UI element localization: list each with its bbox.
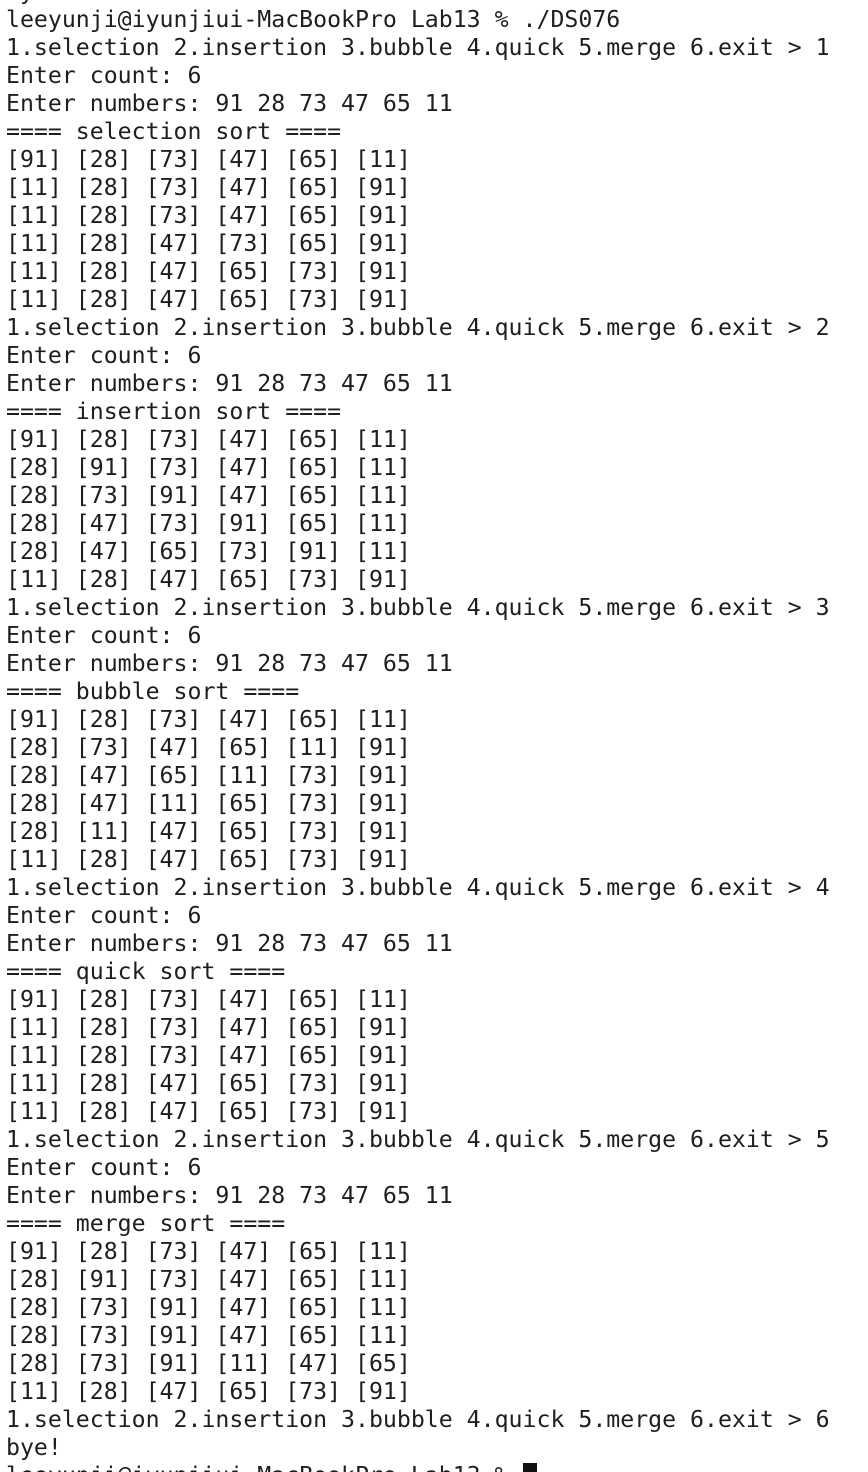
terminal-line: [11] [28] [47] [73] [65] [91] xyxy=(6,230,411,257)
terminal-line: 1.selection 2.insertion 3.bubble 4.quick… xyxy=(6,1406,830,1433)
terminal-line: Enter count: 6 xyxy=(6,342,202,369)
terminal-line: [11] [28] [47] [65] [73] [91] xyxy=(6,1070,411,1097)
terminal-line: [11] [28] [73] [47] [65] [91] xyxy=(6,1042,411,1069)
terminal-line: [91] [28] [73] [47] [65] [11] xyxy=(6,1238,411,1265)
terminal-line: [28] [47] [65] [73] [91] [11] xyxy=(6,538,411,565)
terminal-line: 1.selection 2.insertion 3.bubble 4.quick… xyxy=(6,314,830,341)
terminal-line: [91] [28] [73] [47] [65] [11] xyxy=(6,706,411,733)
terminal-line: ==== insertion sort ==== xyxy=(6,398,342,425)
terminal-line: [11] [28] [73] [47] [65] [91] xyxy=(6,174,411,201)
terminal-line: Enter numbers: 91 28 73 47 65 11 xyxy=(6,930,453,957)
terminal-output: bye!leeyunji@iyunjiui-MacBookPro Lab13 %… xyxy=(6,0,868,1472)
terminal-line: ==== merge sort ==== xyxy=(6,1210,286,1237)
terminal-line: [11] [28] [73] [47] [65] [91] xyxy=(6,1014,411,1041)
terminal-line: [11] [28] [47] [65] [73] [91] xyxy=(6,258,411,285)
terminal-line: Enter numbers: 91 28 73 47 65 11 xyxy=(6,650,453,677)
terminal-line: leeyunji@iyunjiui-MacBookPro Lab13 % ./D… xyxy=(6,6,621,33)
terminal-line: [91] [28] [73] [47] [65] [11] xyxy=(6,146,411,173)
terminal-line: [11] [28] [47] [65] [73] [91] xyxy=(6,566,411,593)
terminal-line: [28] [91] [73] [47] [65] [11] xyxy=(6,1266,411,1293)
terminal-line: [91] [28] [73] [47] [65] [11] xyxy=(6,986,411,1013)
terminal-line: [28] [73] [91] [47] [65] [11] xyxy=(6,1322,411,1349)
terminal-line: [11] [28] [47] [65] [73] [91] xyxy=(6,846,411,873)
terminal-line: ==== bubble sort ==== xyxy=(6,678,300,705)
terminal-line: [11] [28] [47] [65] [73] [91] xyxy=(6,1098,411,1125)
terminal-line: [11] [28] [47] [65] [73] [91] xyxy=(6,286,411,313)
terminal-line: [28] [73] [91] [47] [65] [11] xyxy=(6,482,411,509)
text-cursor xyxy=(522,1463,537,1472)
terminal-line: [91] [28] [73] [47] [65] [11] xyxy=(6,426,411,453)
terminal-line: Enter numbers: 91 28 73 47 65 11 xyxy=(6,370,453,397)
terminal-line: Enter numbers: 91 28 73 47 65 11 xyxy=(6,90,453,117)
terminal-line: Enter count: 6 xyxy=(6,1154,202,1181)
terminal-line: Enter count: 6 xyxy=(6,902,202,929)
terminal-line: [28] [73] [91] [11] [47] [65] xyxy=(6,1350,411,1377)
terminal-line: [28] [47] [65] [11] [73] [91] xyxy=(6,762,411,789)
terminal-line: Enter numbers: 91 28 73 47 65 11 xyxy=(6,1182,453,1209)
terminal-line: bye! xyxy=(6,1434,62,1461)
terminal-window[interactable]: bye!leeyunji@iyunjiui-MacBookPro Lab13 %… xyxy=(0,0,868,1472)
terminal-line: ==== quick sort ==== xyxy=(6,958,286,985)
terminal-line: [28] [91] [73] [47] [65] [11] xyxy=(6,454,411,481)
terminal-line: 1.selection 2.insertion 3.bubble 4.quick… xyxy=(6,594,830,621)
terminal-line: [28] [47] [11] [65] [73] [91] xyxy=(6,790,411,817)
shell-prompt: leeyunji@iyunjiui-MacBookPro Lab13 % xyxy=(6,1462,523,1472)
terminal-line: 1.selection 2.insertion 3.bubble 4.quick… xyxy=(6,1126,830,1153)
terminal-line: [28] [73] [91] [47] [65] [11] xyxy=(6,1294,411,1321)
shell-prompt-line[interactable]: leeyunji@iyunjiui-MacBookPro Lab13 % xyxy=(6,1462,868,1472)
output-lines: bye! leeyunji@iyunjiui-MacBookPro Lab13 %… xyxy=(6,0,868,1462)
terminal-line: [28] [47] [73] [91] [65] [11] xyxy=(6,510,411,537)
terminal-line: [28] [11] [47] [65] [73] [91] xyxy=(6,818,411,845)
terminal-line: [28] [73] [47] [65] [11] [91] xyxy=(6,734,411,761)
terminal-line: [11] [28] [47] [65] [73] [91] xyxy=(6,1378,411,1405)
terminal-line: Enter count: 6 xyxy=(6,622,202,649)
terminal-line: ==== selection sort ==== xyxy=(6,118,342,145)
terminal-line: [11] [28] [73] [47] [65] [91] xyxy=(6,202,411,229)
terminal-line: 1.selection 2.insertion 3.bubble 4.quick… xyxy=(6,34,830,61)
terminal-line: 1.selection 2.insertion 3.bubble 4.quick… xyxy=(6,874,830,901)
terminal-line: Enter count: 6 xyxy=(6,62,202,89)
